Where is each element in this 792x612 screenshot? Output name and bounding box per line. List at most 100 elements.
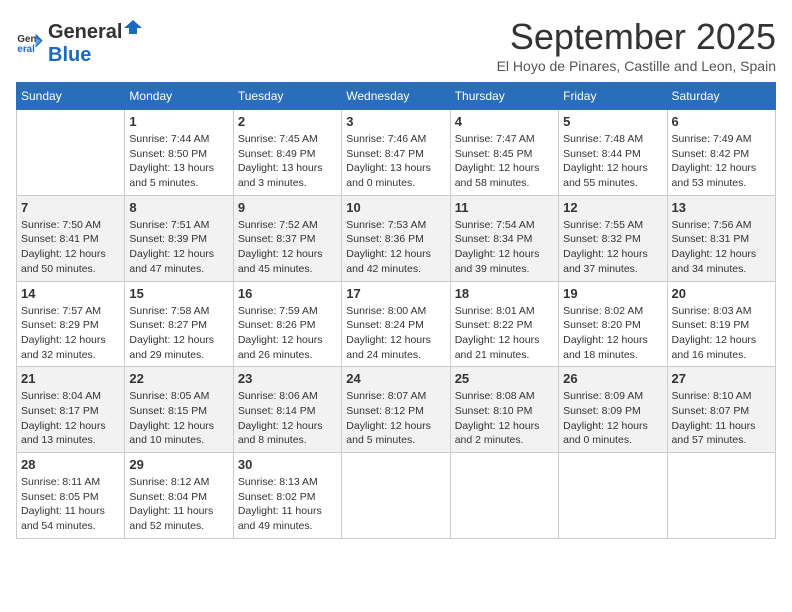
day-number: 16 <box>238 286 337 301</box>
svg-text:eral: eral <box>17 43 35 54</box>
day-info: Sunrise: 7:58 AMSunset: 8:27 PMDaylight:… <box>129 304 228 363</box>
day-cell: 14 Sunrise: 7:57 AMSunset: 8:29 PMDayligh… <box>17 281 125 367</box>
header-cell-saturday: Saturday <box>667 83 775 110</box>
week-row-3: 14 Sunrise: 7:57 AMSunset: 8:29 PMDayligh… <box>17 281 776 367</box>
header-cell-friday: Friday <box>559 83 667 110</box>
day-cell <box>342 453 450 539</box>
day-number: 25 <box>455 371 554 386</box>
day-info: Sunrise: 7:53 AMSunset: 8:36 PMDaylight:… <box>346 218 445 277</box>
day-cell: 28 Sunrise: 8:11 AMSunset: 8:05 PMDayligh… <box>17 453 125 539</box>
day-number: 23 <box>238 371 337 386</box>
day-info: Sunrise: 7:54 AMSunset: 8:34 PMDaylight:… <box>455 218 554 277</box>
week-row-4: 21Sunrise: 8:04 AMSunset: 8:17 PMDayligh… <box>17 367 776 453</box>
month-title: September 2025 <box>497 16 776 58</box>
day-number: 22 <box>129 371 228 386</box>
day-info: Sunrise: 7:49 AMSunset: 8:42 PMDaylight:… <box>672 132 771 191</box>
day-number: 28 <box>21 457 120 472</box>
day-info: Sunrise: 8:00 AMSunset: 8:24 PMDaylight:… <box>346 304 445 363</box>
week-row-2: 7Sunrise: 7:50 AMSunset: 8:41 PMDaylight… <box>17 195 776 281</box>
day-info: Sunrise: 7:48 AMSunset: 8:44 PMDaylight:… <box>563 132 662 191</box>
day-info: Sunrise: 8:02 AMSunset: 8:20 PMDaylight:… <box>563 304 662 363</box>
day-number: 5 <box>563 114 662 129</box>
logo-bird-icon <box>122 16 144 38</box>
day-cell: 16 Sunrise: 7:59 AMSunset: 8:26 PMDayligh… <box>233 281 341 367</box>
header-cell-monday: Monday <box>125 83 233 110</box>
day-cell: 2Sunrise: 7:45 AMSunset: 8:49 PMDaylight… <box>233 110 341 196</box>
title-area: September 2025 El Hoyo de Pinares, Casti… <box>497 16 776 74</box>
day-cell: 27Sunrise: 8:10 AMSunset: 8:07 PMDayligh… <box>667 367 775 453</box>
day-number: 4 <box>455 114 554 129</box>
day-info: Sunrise: 8:07 AMSunset: 8:12 PMDaylight:… <box>346 389 445 448</box>
day-number: 3 <box>346 114 445 129</box>
day-cell <box>559 453 667 539</box>
day-cell: 23 Sunrise: 8:06 AMSunset: 8:14 PMDayligh… <box>233 367 341 453</box>
day-number: 6 <box>672 114 771 129</box>
day-number: 19 <box>563 286 662 301</box>
day-cell: 22 Sunrise: 8:05 AMSunset: 8:15 PMDayligh… <box>125 367 233 453</box>
day-info: Sunrise: 7:56 AMSunset: 8:31 PMDaylight:… <box>672 218 771 277</box>
day-cell: 19 Sunrise: 8:02 AMSunset: 8:20 PMDayligh… <box>559 281 667 367</box>
day-number: 17 <box>346 286 445 301</box>
day-cell: 13 Sunrise: 7:56 AMSunset: 8:31 PMDayligh… <box>667 195 775 281</box>
day-info: Sunrise: 8:04 AMSunset: 8:17 PMDaylight:… <box>21 389 120 448</box>
day-cell: 18 Sunrise: 8:01 AMSunset: 8:22 PMDayligh… <box>450 281 558 367</box>
calendar-table: SundayMondayTuesdayWednesdayThursdayFrid… <box>16 82 776 539</box>
day-number: 2 <box>238 114 337 129</box>
header-cell-wednesday: Wednesday <box>342 83 450 110</box>
day-cell: 5 Sunrise: 7:48 AMSunset: 8:44 PMDaylight… <box>559 110 667 196</box>
day-info: Sunrise: 7:44 AMSunset: 8:50 PMDaylight:… <box>129 132 228 191</box>
day-info: Sunrise: 8:12 AMSunset: 8:04 PMDaylight:… <box>129 475 228 534</box>
day-info: Sunrise: 7:55 AMSunset: 8:32 PMDaylight:… <box>563 218 662 277</box>
day-number: 24 <box>346 371 445 386</box>
day-cell: 10Sunrise: 7:53 AMSunset: 8:36 PMDayligh… <box>342 195 450 281</box>
day-cell <box>667 453 775 539</box>
day-info: Sunrise: 7:52 AMSunset: 8:37 PMDaylight:… <box>238 218 337 277</box>
day-info: Sunrise: 8:08 AMSunset: 8:10 PMDaylight:… <box>455 389 554 448</box>
day-number: 20 <box>672 286 771 301</box>
day-cell: 30Sunrise: 8:13 AMSunset: 8:02 PMDayligh… <box>233 453 341 539</box>
logo-icon: Gen eral <box>16 28 44 56</box>
day-info: Sunrise: 7:59 AMSunset: 8:26 PMDaylight:… <box>238 304 337 363</box>
day-info: Sunrise: 8:05 AMSunset: 8:15 PMDaylight:… <box>129 389 228 448</box>
day-number: 15 <box>129 286 228 301</box>
day-cell <box>450 453 558 539</box>
day-info: Sunrise: 8:11 AMSunset: 8:05 PMDaylight:… <box>21 475 120 534</box>
day-cell: 29Sunrise: 8:12 AMSunset: 8:04 PMDayligh… <box>125 453 233 539</box>
day-cell: 17 Sunrise: 8:00 AMSunset: 8:24 PMDayligh… <box>342 281 450 367</box>
day-cell: 9 Sunrise: 7:52 AMSunset: 8:37 PMDaylight… <box>233 195 341 281</box>
header-cell-thursday: Thursday <box>450 83 558 110</box>
logo-text: General Blue <box>48 16 144 67</box>
header: Gen eral General Blue September 2025 El … <box>16 16 776 74</box>
day-number: 1 <box>129 114 228 129</box>
day-info: Sunrise: 7:51 AMSunset: 8:39 PMDaylight:… <box>129 218 228 277</box>
day-cell: 20 Sunrise: 8:03 AMSunset: 8:19 PMDayligh… <box>667 281 775 367</box>
day-number: 26 <box>563 371 662 386</box>
day-cell: 12 Sunrise: 7:55 AMSunset: 8:32 PMDayligh… <box>559 195 667 281</box>
day-info: Sunrise: 8:13 AMSunset: 8:02 PMDaylight:… <box>238 475 337 534</box>
day-info: Sunrise: 7:46 AMSunset: 8:47 PMDaylight:… <box>346 132 445 191</box>
day-info: Sunrise: 8:03 AMSunset: 8:19 PMDaylight:… <box>672 304 771 363</box>
day-cell: 6 Sunrise: 7:49 AMSunset: 8:42 PMDaylight… <box>667 110 775 196</box>
day-number: 9 <box>238 200 337 215</box>
day-info: Sunrise: 8:06 AMSunset: 8:14 PMDaylight:… <box>238 389 337 448</box>
day-number: 12 <box>563 200 662 215</box>
day-number: 18 <box>455 286 554 301</box>
day-cell: 15 Sunrise: 7:58 AMSunset: 8:27 PMDayligh… <box>125 281 233 367</box>
day-cell: 7Sunrise: 7:50 AMSunset: 8:41 PMDaylight… <box>17 195 125 281</box>
day-info: Sunrise: 8:01 AMSunset: 8:22 PMDaylight:… <box>455 304 554 363</box>
day-cell: 25 Sunrise: 8:08 AMSunset: 8:10 PMDayligh… <box>450 367 558 453</box>
day-number: 13 <box>672 200 771 215</box>
logo-blue: Blue <box>48 44 91 66</box>
day-cell: 4 Sunrise: 7:47 AMSunset: 8:45 PMDaylight… <box>450 110 558 196</box>
day-number: 14 <box>21 286 120 301</box>
subtitle: El Hoyo de Pinares, Castille and Leon, S… <box>497 58 776 74</box>
day-cell: 26 Sunrise: 8:09 AMSunset: 8:09 PMDayligh… <box>559 367 667 453</box>
week-row-1: 1 Sunrise: 7:44 AMSunset: 8:50 PMDaylight… <box>17 110 776 196</box>
day-info: Sunrise: 8:09 AMSunset: 8:09 PMDaylight:… <box>563 389 662 448</box>
header-cell-tuesday: Tuesday <box>233 83 341 110</box>
day-info: Sunrise: 7:57 AMSunset: 8:29 PMDaylight:… <box>21 304 120 363</box>
day-cell: 3 Sunrise: 7:46 AMSunset: 8:47 PMDaylight… <box>342 110 450 196</box>
week-row-5: 28 Sunrise: 8:11 AMSunset: 8:05 PMDayligh… <box>17 453 776 539</box>
day-cell: 11Sunrise: 7:54 AMSunset: 8:34 PMDayligh… <box>450 195 558 281</box>
day-info: Sunrise: 7:47 AMSunset: 8:45 PMDaylight:… <box>455 132 554 191</box>
